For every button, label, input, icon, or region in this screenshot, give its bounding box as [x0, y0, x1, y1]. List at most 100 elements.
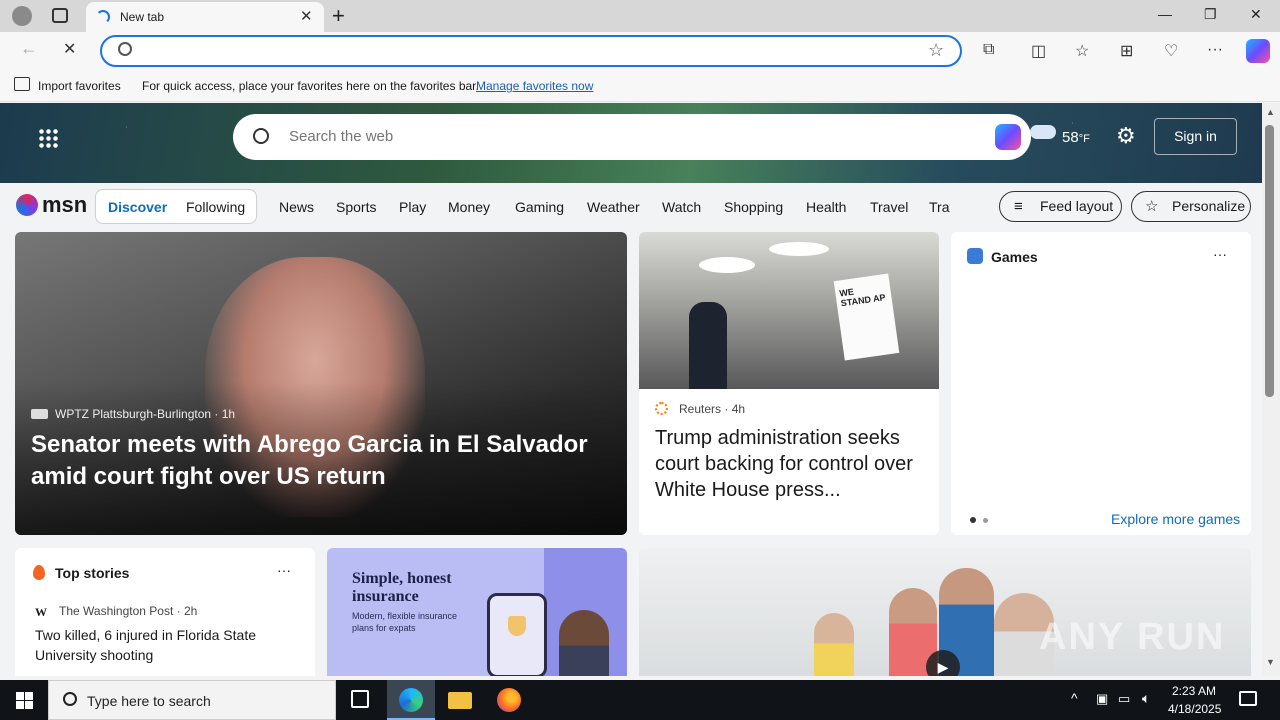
favorites-hint: For quick access, place your favorites h… — [142, 79, 479, 93]
show-hidden-icons-icon[interactable]: ^ — [1071, 690, 1078, 706]
nav-health[interactable]: Health — [806, 199, 846, 215]
manage-favorites-link[interactable]: Manage favorites now — [476, 79, 593, 93]
device-icon[interactable]: ▣ — [1096, 691, 1108, 707]
firefox-icon[interactable] — [497, 688, 521, 712]
settings-gear-icon[interactable]: ⚙ — [1116, 123, 1136, 149]
apps-launcher-icon[interactable] — [38, 128, 58, 148]
shield-icon — [508, 616, 526, 636]
explore-more-games-link[interactable]: Explore more games — [1111, 511, 1240, 527]
top-stories-card: Top stories ··· W The Washington Post · … — [15, 548, 315, 676]
reuters-headline[interactable]: Trump administration seeks court backing… — [655, 425, 925, 503]
nav-gaming[interactable]: Gaming — [515, 199, 564, 215]
scroll-down-icon[interactable]: ▼ — [1266, 657, 1275, 667]
cloud-icon — [1030, 125, 1056, 139]
scroll-up-icon[interactable]: ▲ — [1266, 107, 1275, 117]
start-windows-icon[interactable] — [16, 692, 33, 709]
edge-icon — [399, 688, 423, 712]
search-icon — [63, 692, 77, 706]
taskbar-date[interactable]: 4/18/2025 — [1168, 702, 1221, 716]
hero-story-card[interactable]: WPTZ Plattsburgh-Burlington · 1h Senator… — [15, 232, 627, 535]
story-headline[interactable]: Two killed, 6 injured in Florida State U… — [35, 625, 285, 665]
personalize-button[interactable]: ☆ Personalize — [1131, 191, 1251, 222]
copilot-icon[interactable] — [1246, 39, 1270, 63]
edge-taskbar-icon[interactable] — [387, 680, 435, 720]
hero-headline[interactable]: Senator meets with Abrego Garcia in El S… — [31, 429, 591, 493]
ceiling-light-2 — [769, 242, 829, 256]
nav-play[interactable]: Play — [399, 199, 426, 215]
hero-source: WPTZ Plattsburgh-Burlington · 1h — [55, 407, 236, 421]
watermark: ANY RUN — [1039, 616, 1226, 658]
feed-layout-button[interactable]: ≡ Feed layout — [999, 191, 1122, 222]
video-card[interactable]: ▶ ANY RUN — [639, 548, 1251, 676]
play-button-icon[interactable]: ▶ — [926, 650, 960, 676]
new-tab-button[interactable]: + — [332, 3, 345, 29]
ceiling-light-1 — [699, 257, 755, 273]
star-sparkle-icon: ☆ — [1145, 198, 1159, 215]
tab-discover[interactable]: Discover — [108, 199, 167, 215]
reuters-story-card[interactable]: WE STAND AP Reuters · 4h Trump administr… — [639, 232, 939, 535]
games-icon — [967, 248, 983, 264]
nav-truncated[interactable]: Trat — [929, 199, 950, 215]
nav-shopping[interactable]: Shopping — [724, 199, 783, 215]
collections-icon[interactable]: ⊞ — [1120, 41, 1133, 61]
favorite-star-icon[interactable]: ☆ — [928, 40, 944, 61]
top-stories-more-icon[interactable]: ··· — [277, 562, 291, 578]
weather-temp[interactable]: 58°F — [1062, 129, 1090, 146]
back-icon[interactable]: ← — [20, 38, 38, 59]
windows-taskbar: Type here to search ^ ▣ ▭ 🔈︎ 2:23 AM 4/1… — [0, 680, 1280, 720]
feed-tabs: Discover Following — [95, 189, 257, 224]
msn-page: Search the web 58°F ⚙ Sign in msn Discov… — [0, 103, 1262, 676]
story-photo: WE STAND AP — [639, 232, 939, 389]
tab-new-tab[interactable]: New tab ✕ — [86, 2, 324, 32]
split-screen-icon[interactable]: ◫ — [1031, 41, 1046, 61]
browser-essentials-icon[interactable]: ♡ — [1164, 41, 1178, 61]
carousel-dot-active[interactable] — [970, 517, 976, 523]
profile-icon[interactable] — [12, 6, 32, 26]
file-explorer-icon[interactable] — [448, 692, 472, 709]
address-bar[interactable]: ☆ — [100, 35, 962, 67]
tab-following[interactable]: Following — [186, 199, 245, 215]
wapo-logo-icon: W — [35, 605, 47, 619]
scroll-thumb[interactable] — [1265, 125, 1274, 397]
copilot-search-icon[interactable] — [995, 124, 1021, 150]
reuters-logo-icon — [655, 402, 668, 415]
nav-news[interactable]: News — [279, 199, 314, 215]
notifications-icon[interactable] — [1239, 691, 1257, 706]
msn-logo[interactable]: msn — [42, 192, 87, 218]
sign-in-button[interactable]: Sign in — [1154, 118, 1237, 155]
restore-icon[interactable]: ❐ — [1204, 6, 1217, 23]
hero-banner: Search the web 58°F ⚙ Sign in — [0, 103, 1262, 183]
games-more-icon[interactable]: ··· — [1213, 246, 1227, 262]
nav-sports[interactable]: Sports — [336, 199, 376, 215]
minimize-icon[interactable]: — — [1158, 6, 1172, 22]
favorites-icon[interactable]: ☆ — [1075, 41, 1089, 61]
import-favorites-button[interactable]: Import favorites — [38, 79, 121, 93]
nav-watch[interactable]: Watch — [662, 199, 701, 215]
browser-toolbar: ← ✕ ☆ ⧉ ◫ ☆ ⊞ ♡ ··· — [0, 32, 1280, 70]
nav-money[interactable]: Money — [448, 199, 490, 215]
carousel-dot[interactable] — [983, 518, 988, 523]
nav-weather[interactable]: Weather — [587, 199, 640, 215]
search-placeholder: Search the web — [289, 128, 394, 145]
web-search-box[interactable]: Search the web — [233, 114, 1031, 160]
sliders-icon: ≡ — [1014, 198, 1023, 215]
tab-close-icon[interactable]: ✕ — [300, 7, 313, 25]
taskbar-search-placeholder: Type here to search — [87, 693, 211, 709]
window-close-icon[interactable]: ✕ — [1250, 6, 1262, 23]
volume-icon[interactable]: 🔈︎ — [1142, 690, 1150, 707]
extensions-icon[interactable]: ⧉ — [983, 41, 994, 59]
more-options-icon[interactable]: ··· — [1207, 41, 1223, 59]
taskbar-time[interactable]: 2:23 AM — [1172, 684, 1216, 698]
msn-logo-icon — [16, 194, 38, 216]
tab-actions-icon[interactable] — [52, 8, 68, 23]
taskbar-search[interactable]: Type here to search — [48, 680, 336, 720]
reuters-source: Reuters · 4h — [679, 402, 746, 416]
network-icon[interactable]: ▭ — [1118, 691, 1130, 707]
nav-travel[interactable]: Travel — [870, 199, 908, 215]
insurance-ad-card[interactable]: Simple, honest insurance Modern, flexibl… — [327, 548, 627, 676]
task-view-icon[interactable] — [351, 690, 369, 708]
ad-title: Simple, honest insurance — [352, 570, 452, 605]
stop-loading-icon[interactable]: ✕ — [63, 39, 76, 59]
msn-nav: msn Discover Following News Sports Play … — [0, 183, 1262, 231]
page-scrollbar[interactable]: ▲ ▼ — [1262, 103, 1280, 676]
